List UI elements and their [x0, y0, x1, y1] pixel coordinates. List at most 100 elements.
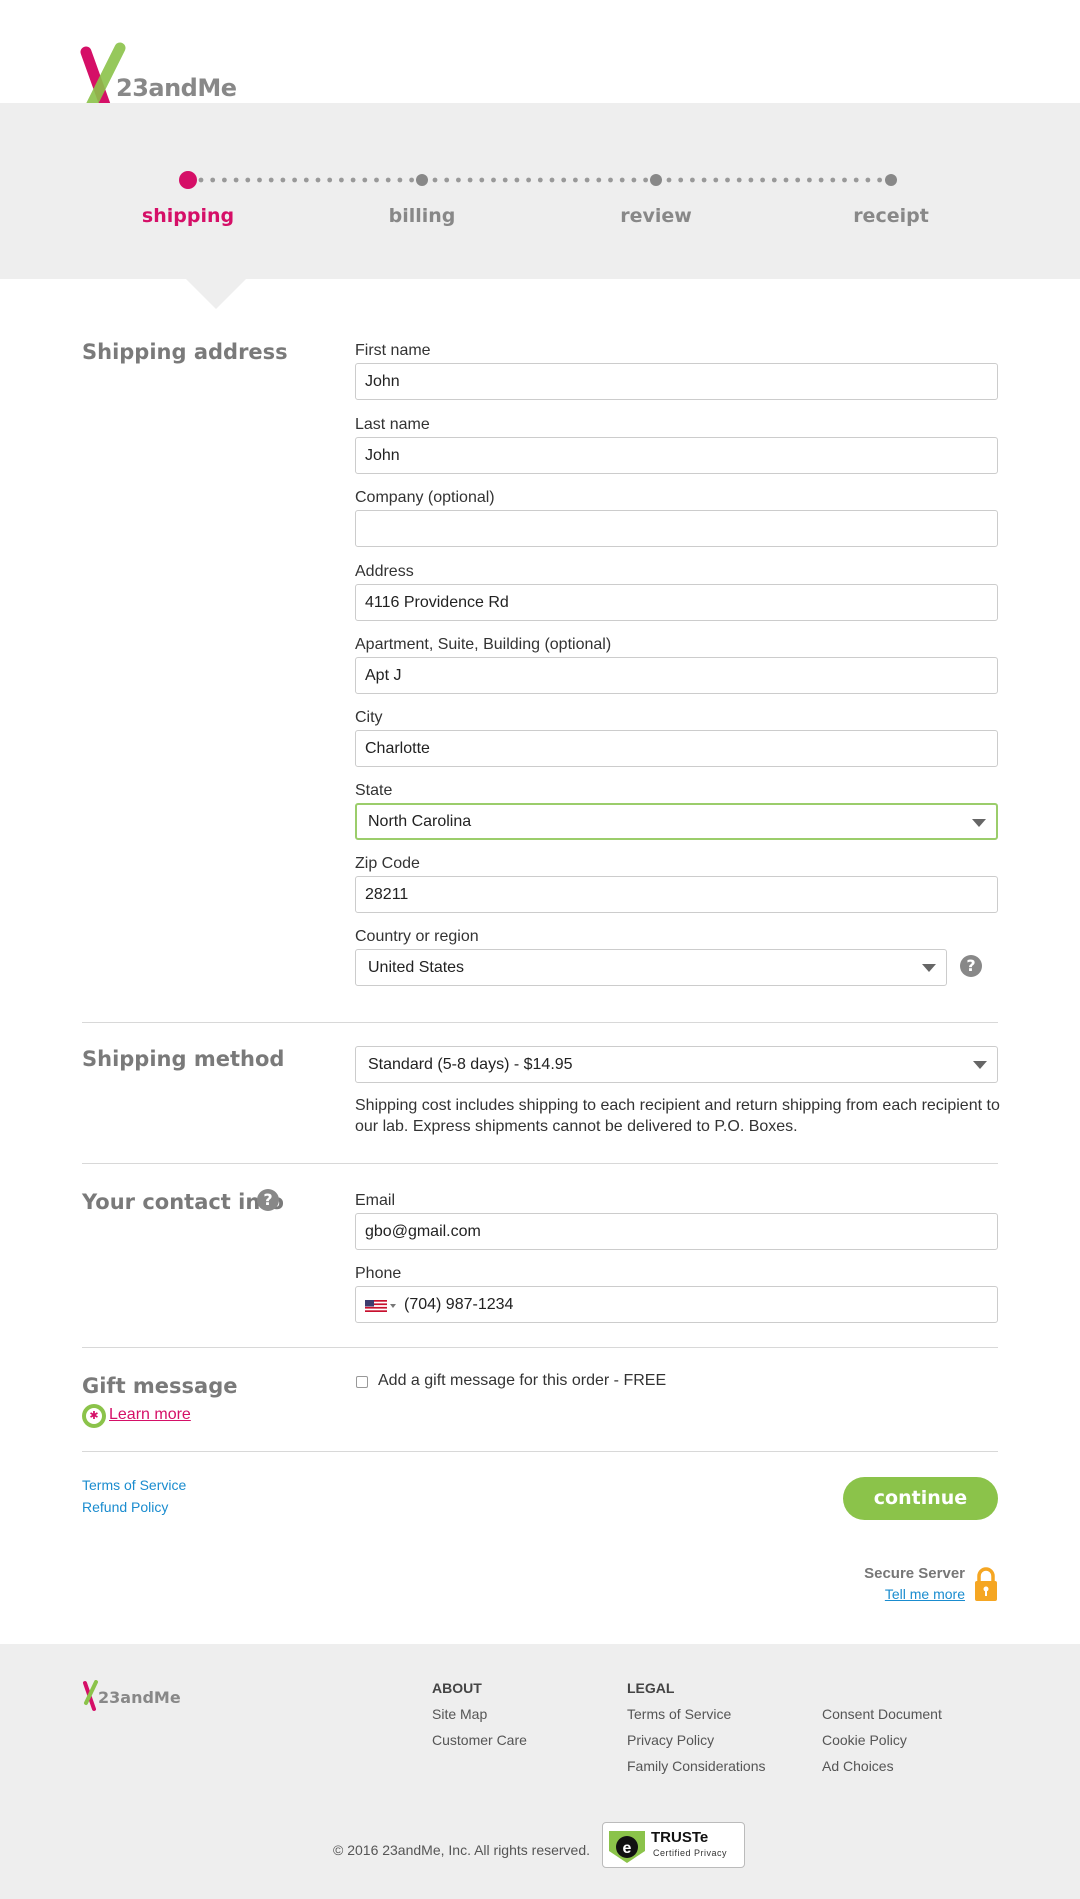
progress-track-dot	[526, 177, 531, 183]
progress-track-dot	[315, 177, 321, 183]
progress-track-dot	[432, 177, 438, 183]
us-flag-icon[interactable]	[365, 1300, 387, 1312]
refund-policy-link[interactable]: Refund Policy	[82, 1499, 168, 1515]
progress-track-dot	[608, 177, 613, 183]
question-circle-icon[interactable]: ?	[960, 955, 982, 977]
progress-track-dot	[842, 177, 847, 183]
gift-message-checkbox[interactable]	[356, 1376, 368, 1388]
progress-track-dot	[748, 177, 754, 183]
company-field[interactable]	[355, 510, 998, 547]
step-review: review	[620, 205, 692, 227]
footer-legal-heading: LEGAL	[627, 1680, 675, 1696]
first-name-label: First name	[355, 342, 431, 359]
progress-track-dot	[877, 177, 882, 183]
progress-track-dot	[853, 177, 859, 183]
terms-of-service-link[interactable]: Terms of Service	[82, 1477, 186, 1493]
progress-track-dot	[619, 177, 625, 183]
progress-track-dot	[350, 177, 356, 183]
progress-track-dot	[701, 177, 707, 183]
continue-button[interactable]: continue	[843, 1477, 998, 1520]
progress-track-dot	[339, 177, 344, 183]
section-divider	[82, 1163, 998, 1164]
apartment-label: Apartment, Suite, Building (optional)	[355, 636, 612, 653]
footer-link-ad-choices[interactable]: Ad Choices	[822, 1758, 894, 1774]
footer-link-consent[interactable]: Consent Document	[822, 1706, 942, 1722]
footer-link-cookie[interactable]: Cookie Policy	[822, 1732, 907, 1748]
svg-text:e: e	[623, 1840, 632, 1857]
active-step-pointer	[186, 279, 246, 309]
email-field[interactable]	[355, 1213, 998, 1250]
truste-badge[interactable]: e TRUSTe Certified Privacy	[602, 1822, 745, 1868]
footer-link-family[interactable]: Family Considerations	[627, 1758, 766, 1774]
progress-track-dot	[736, 177, 742, 183]
chevron-down-icon	[922, 964, 936, 972]
progress-track-dot	[409, 177, 414, 183]
footer: 23andMe ABOUT Site Map Customer Care LEG…	[0, 1644, 1080, 1899]
shipping-note: Shipping cost includes shipping to each …	[355, 1097, 1000, 1135]
progress-track-dot	[830, 177, 836, 183]
footer-link-site-map[interactable]: Site Map	[432, 1706, 487, 1722]
state-value: North Carolina	[368, 813, 472, 830]
progress-track-dot	[760, 177, 765, 183]
chevron-down-icon[interactable]	[390, 1304, 396, 1308]
step-shipping: shipping	[141, 205, 235, 227]
zip-field[interactable]	[355, 876, 998, 913]
progress-track-dot	[245, 177, 251, 183]
tell-me-more-link[interactable]: Tell me more	[830, 1586, 965, 1602]
footer-link-privacy[interactable]: Privacy Policy	[627, 1732, 714, 1748]
progress-track-dot	[210, 177, 216, 183]
progress-track-dot	[257, 177, 262, 183]
progress-track-dot	[666, 177, 672, 183]
step-dot-receipt	[885, 174, 897, 186]
progress-track-dot	[198, 177, 204, 183]
progress-track-dot	[643, 177, 648, 183]
progress-track-dot	[467, 177, 473, 183]
learn-more-link[interactable]: Learn more	[109, 1406, 191, 1424]
step-dot-shipping	[179, 171, 197, 189]
lock-icon	[975, 1567, 997, 1601]
phone-field[interactable]: (704) 987-1234	[355, 1286, 998, 1323]
progress-track-dot	[771, 177, 777, 183]
section-divider	[82, 1347, 998, 1348]
country-select[interactable]: United States	[355, 949, 947, 986]
shipping-method-title: Shipping method	[82, 1047, 285, 1071]
truste-seal-icon: e	[609, 1831, 645, 1863]
gift-message-checkbox-label[interactable]: Add a gift message for this order - FREE	[378, 1372, 666, 1390]
progress-track-dot	[479, 177, 485, 183]
progress-track-dot	[573, 177, 578, 183]
progress-track-dot	[725, 177, 730, 183]
city-field[interactable]	[355, 730, 998, 767]
secure-server-label: Secure Server	[864, 1565, 965, 1582]
progress-track-dot	[584, 177, 590, 183]
zip-label: Zip Code	[355, 855, 420, 872]
progress-track-dot	[456, 177, 461, 183]
state-select[interactable]: North Carolina	[355, 803, 998, 840]
progress-track-dot	[292, 177, 297, 183]
truste-subtitle: Certified Privacy	[653, 1848, 728, 1858]
step-dot-review	[650, 174, 662, 186]
step-dot-billing	[416, 174, 428, 186]
shipping-method-value: Standard (5-8 days) - $14.95	[368, 1056, 573, 1073]
progress-track-dot	[807, 177, 812, 183]
progress-track-dot	[502, 177, 508, 183]
address-field[interactable]	[355, 584, 998, 621]
contact-info-title: Your contact info	[82, 1190, 284, 1214]
apartment-field[interactable]	[355, 657, 998, 694]
email-label: Email	[355, 1192, 396, 1209]
progress-track-dot	[327, 177, 333, 183]
footer-brand-name[interactable]: 23andMe	[98, 1688, 181, 1707]
first-name-field[interactable]	[355, 363, 998, 400]
last-name-field[interactable]	[355, 437, 998, 474]
question-circle-icon[interactable]: ?	[257, 1189, 279, 1211]
shipping-method-select[interactable]: Standard (5-8 days) - $14.95	[355, 1046, 998, 1083]
progress-track-dot	[303, 177, 309, 183]
last-name-label: Last name	[355, 416, 430, 433]
country-label: Country or region	[355, 928, 479, 945]
progress-track-dot	[818, 177, 824, 183]
progress-track-dot	[444, 177, 450, 183]
state-label: State	[355, 782, 393, 799]
footer-link-terms[interactable]: Terms of Service	[627, 1706, 731, 1722]
chevron-down-icon	[973, 1061, 987, 1069]
progress-track-dot	[678, 177, 684, 183]
footer-link-customer-care[interactable]: Customer Care	[432, 1732, 527, 1748]
